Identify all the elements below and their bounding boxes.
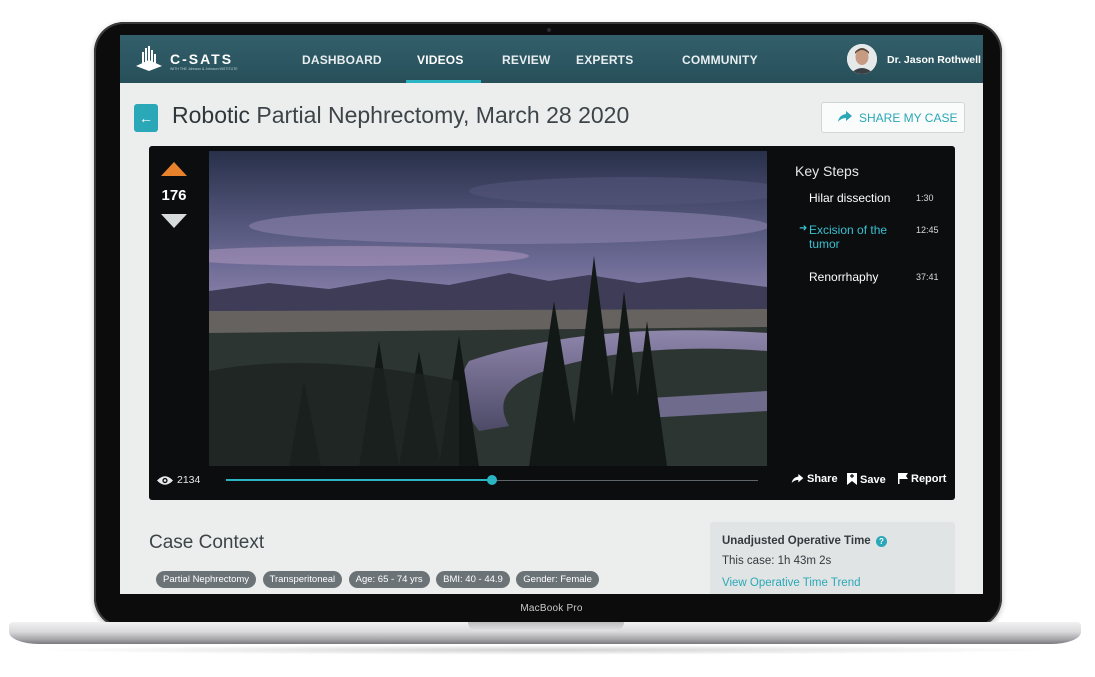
key-step-time: 37:41 — [916, 272, 939, 282]
downvote-arrow-icon[interactable] — [161, 214, 187, 228]
nav-dashboard[interactable]: DASHBOARD — [302, 53, 382, 67]
save-action[interactable]: Save — [847, 473, 886, 486]
current-step-arrow-icon: ➜ — [799, 223, 808, 234]
operative-time-trend-link[interactable]: View Operative Time Trend — [722, 577, 861, 589]
page-title-strong: Robotic — [172, 102, 250, 128]
key-step-time: 1:30 — [916, 193, 934, 203]
user-name[interactable]: Dr. Jason Rothwell — [887, 54, 981, 66]
vote-count: 176 — [161, 187, 187, 204]
arrow-left-icon: ← — [139, 110, 153, 126]
nav-videos[interactable]: VIDEOS — [417, 53, 464, 67]
flag-icon — [898, 473, 908, 484]
key-step-name: Excision of the tumor — [809, 223, 888, 251]
help-icon[interactable]: ? — [875, 536, 887, 547]
share-arrow-icon — [838, 111, 852, 122]
video-player: 176 Key Steps Hilar dissection 1:30 ➜ Ex… — [149, 146, 955, 500]
upvote-arrow-icon[interactable] — [161, 162, 187, 176]
operative-time-title-text: Unadjusted Operative Time — [722, 535, 871, 547]
device-label: MacBook Pro — [520, 603, 583, 614]
share-action[interactable]: Share — [791, 473, 838, 485]
logo-text: C-SATS — [170, 51, 234, 67]
case-context-title: Case Context — [149, 532, 265, 553]
csats-logo[interactable]: C-SATS WITH THE Johnson & Johnson INSTIT… — [134, 45, 244, 75]
save-label: Save — [860, 474, 886, 486]
nav-review[interactable]: REVIEW — [502, 53, 551, 67]
case-tag[interactable]: Age: 65 - 74 yrs — [348, 571, 430, 588]
video-frame[interactable] — [209, 151, 767, 466]
report-action[interactable]: Report — [898, 473, 946, 485]
key-steps-title: Key Steps — [795, 163, 859, 179]
page-title-rest: Partial Nephrectomy, March 28 2020 — [249, 102, 630, 128]
page-title: Robotic Partial Nephrectomy, March 28 20… — [172, 102, 629, 129]
top-navbar: C-SATS WITH THE Johnson & Johnson INSTIT… — [120, 35, 983, 83]
laptop-base-notch — [468, 622, 624, 631]
view-count: 2134 — [157, 474, 200, 486]
share-label: Share — [807, 473, 838, 485]
share-arrow-icon — [791, 474, 804, 484]
laptop-shadow — [30, 645, 1060, 655]
case-tag[interactable]: Transperitoneal — [262, 571, 343, 588]
case-tag[interactable]: Partial Nephrectomy — [156, 571, 257, 588]
view-count-value: 2134 — [177, 474, 201, 486]
operative-time-value: This case: 1h 43m 2s — [722, 555, 832, 567]
progress-handle[interactable] — [487, 475, 497, 485]
back-button[interactable]: ← — [134, 104, 158, 132]
key-step-name: Renorrhaphy — [809, 270, 879, 284]
landscape-video-thumbnail — [209, 151, 767, 466]
nav-experts[interactable]: EXPERTS — [576, 53, 633, 67]
report-label: Report — [911, 473, 947, 485]
camera-dot — [547, 28, 551, 32]
building-logo-icon — [136, 46, 162, 71]
share-my-case-button[interactable]: SHARE MY CASE — [821, 102, 965, 133]
bookmark-icon — [847, 473, 857, 485]
progress-fill — [226, 479, 492, 481]
operative-time-panel: Unadjusted Operative Time ? This case: 1… — [710, 522, 955, 594]
nav-community[interactable]: COMMUNITY — [682, 53, 758, 67]
case-tag[interactable]: BMI: 40 - 44.9 — [436, 571, 510, 588]
logo-subtext: WITH THE Johnson & Johnson INSTITUTE — [170, 67, 238, 71]
screen-bezel-bottom: MacBook Pro — [120, 594, 983, 624]
operative-time-title: Unadjusted Operative Time ? — [722, 535, 887, 547]
user-avatar[interactable] — [847, 44, 877, 74]
key-step-name: Hilar dissection — [809, 191, 891, 205]
active-tab-indicator — [406, 80, 481, 83]
share-my-case-label: SHARE MY CASE — [859, 111, 958, 125]
eye-icon — [157, 476, 173, 485]
case-tags: Partial Nephrectomy Transperitoneal Age:… — [156, 569, 601, 588]
avatar-portrait-icon — [847, 44, 877, 74]
key-step-time: 12:45 — [916, 225, 939, 235]
app-screen: C-SATS WITH THE Johnson & Johnson INSTIT… — [120, 35, 983, 594]
case-tag[interactable]: Gender: Female — [516, 571, 599, 588]
